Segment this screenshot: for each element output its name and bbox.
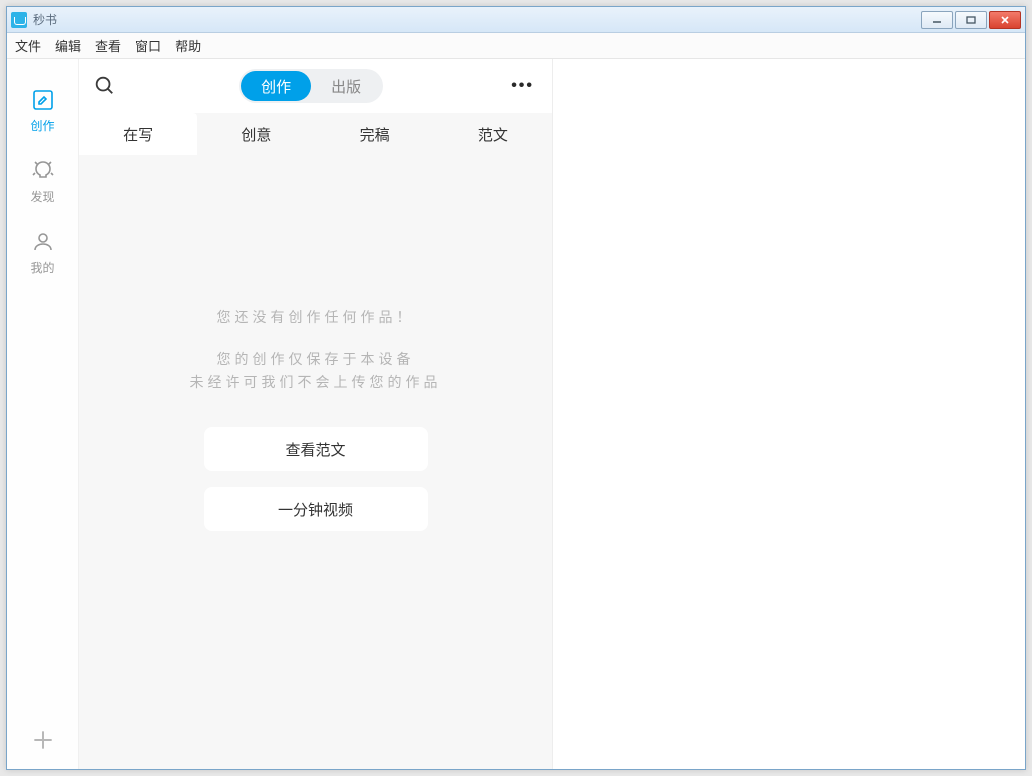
menu-help[interactable]: 帮助	[175, 36, 201, 55]
menu-edit[interactable]: 编辑	[55, 36, 81, 55]
app-window: 秒书 文件 编辑 查看 窗口 帮助 创作	[6, 6, 1026, 770]
tab-sample[interactable]: 范文	[434, 113, 552, 155]
close-button[interactable]	[989, 11, 1021, 29]
menubar: 文件 编辑 查看 窗口 帮助	[7, 33, 1025, 59]
one-minute-video-button[interactable]: 一分钟视频	[204, 487, 428, 531]
segment-create[interactable]: 创作	[241, 71, 311, 101]
tab-writing[interactable]: 在写	[79, 113, 197, 155]
menu-file[interactable]: 文件	[15, 36, 41, 55]
discover-icon	[30, 158, 56, 184]
add-button[interactable]	[7, 711, 78, 769]
sidebar-item-label: 我的	[7, 259, 78, 276]
more-icon[interactable]: •••	[507, 77, 538, 95]
app-icon	[11, 12, 27, 28]
empty-line1: 您还没有创作任何作品！	[217, 306, 415, 328]
empty-line2: 您的创作仅保存于本设备	[217, 348, 415, 370]
list-pane: 创作 出版 ••• 在写 创意 完稿 范文 您还没有创作任何作品！ 您的创作仅保…	[79, 59, 553, 769]
sidebar-item-label: 创作	[7, 117, 78, 134]
titlebar: 秒书	[7, 7, 1025, 33]
menu-view[interactable]: 查看	[95, 36, 121, 55]
sidebar-item-label: 发现	[7, 188, 78, 205]
tab-bar: 在写 创意 完稿 范文	[79, 113, 552, 156]
empty-state: 您还没有创作任何作品！ 您的创作仅保存于本设备 未经许可我们不会上传您的作品 查…	[79, 156, 552, 769]
window-title: 秒书	[33, 11, 57, 28]
minimize-button[interactable]	[921, 11, 953, 29]
empty-line3: 未经许可我们不会上传您的作品	[190, 371, 442, 393]
sidebar-item-create[interactable]: 创作	[7, 75, 78, 146]
segment-publish[interactable]: 出版	[311, 71, 381, 101]
sidebar-item-discover[interactable]: 发现	[7, 146, 78, 217]
mode-segmented: 创作 出版	[239, 69, 383, 103]
sidebar: 创作 发现 我的	[7, 59, 79, 769]
maximize-button[interactable]	[955, 11, 987, 29]
list-header: 创作 出版 •••	[79, 59, 552, 113]
tab-finished[interactable]: 完稿	[316, 113, 434, 155]
view-sample-button[interactable]: 查看范文	[204, 427, 428, 471]
menu-window[interactable]: 窗口	[135, 36, 161, 55]
user-icon	[30, 229, 56, 255]
tab-idea[interactable]: 创意	[197, 113, 315, 155]
detail-pane	[553, 59, 1025, 769]
compose-icon	[30, 87, 56, 113]
search-icon[interactable]	[93, 74, 115, 99]
window-controls	[919, 11, 1021, 29]
sidebar-item-mine[interactable]: 我的	[7, 217, 78, 288]
content-area: 创作 发现 我的	[7, 59, 1025, 769]
